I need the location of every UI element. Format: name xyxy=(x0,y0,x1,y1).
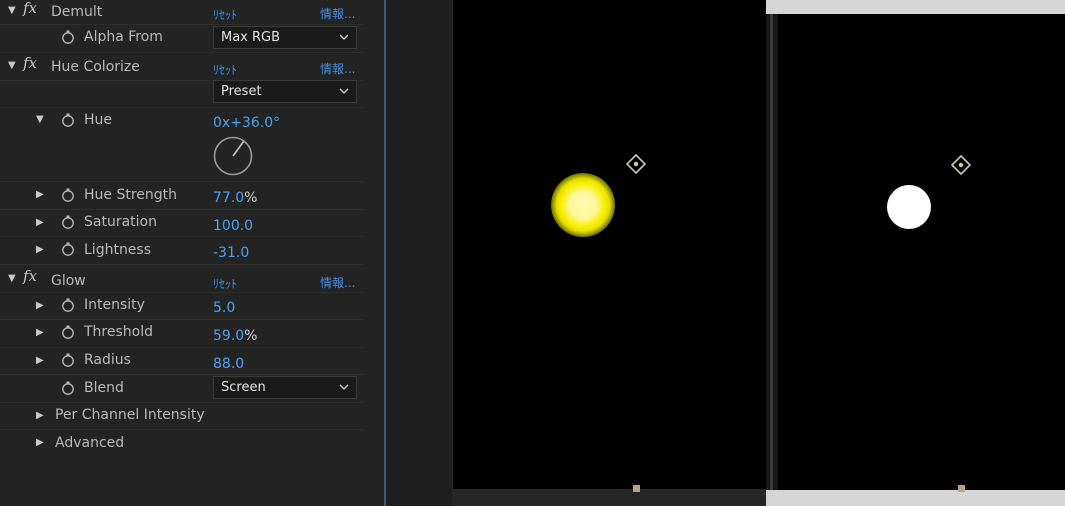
property-row-per-channel-intensity[interactable]: ▶ Per Channel Intensity xyxy=(0,402,364,430)
canvas-bottom-bar xyxy=(766,490,1065,506)
property-label: Alpha From xyxy=(84,29,163,45)
property-label: Lightness xyxy=(84,242,152,258)
chevron-down-icon xyxy=(339,88,349,94)
chevron-down-icon xyxy=(339,34,349,40)
blend-dropdown[interactable]: Screen xyxy=(213,376,357,399)
stopwatch-icon[interactable] xyxy=(61,30,75,44)
value-unit: % xyxy=(244,190,258,206)
threshold-value[interactable]: 59.0% xyxy=(213,328,257,344)
divider-line xyxy=(770,14,773,490)
property-row-radius: ▶ Radius 88.0 xyxy=(0,347,364,375)
expand-triangle-icon[interactable]: ▶ xyxy=(36,217,44,228)
effect-name: Glow xyxy=(51,273,86,289)
property-label: Saturation xyxy=(84,214,157,230)
hue-dial-icon[interactable] xyxy=(213,136,253,176)
stopwatch-icon[interactable] xyxy=(61,325,75,339)
panel-gap xyxy=(386,0,452,506)
property-label: Hue Strength xyxy=(84,187,178,203)
info-button[interactable]: 情報... xyxy=(320,5,355,22)
fx-icon[interactable]: fx xyxy=(23,267,37,285)
property-group-label: Per Channel Intensity xyxy=(55,407,205,423)
effect-header-glow: ▼ fx Glow ﾘｾｯﾄ 情報... xyxy=(0,266,364,293)
property-label: Hue xyxy=(84,112,113,128)
expand-triangle-icon[interactable]: ▶ xyxy=(36,189,44,200)
layer-handle[interactable] xyxy=(633,485,640,492)
expand-triangle-icon[interactable]: ▶ xyxy=(36,327,44,338)
program-monitor-canvas[interactable] xyxy=(452,0,767,489)
stopwatch-icon[interactable] xyxy=(61,188,75,202)
property-label: Intensity xyxy=(84,297,145,313)
property-row-blend: Blend Screen xyxy=(0,374,364,403)
value-number[interactable]: 77.0 xyxy=(213,190,244,206)
alpha-from-dropdown[interactable]: Max RGB xyxy=(213,26,357,49)
preset-dropdown[interactable]: Preset xyxy=(213,80,357,103)
value-number[interactable]: 59.0 xyxy=(213,328,244,344)
panel-divider[interactable] xyxy=(766,0,778,506)
effect-name: Hue Colorize xyxy=(51,59,140,75)
expand-triangle-icon[interactable]: ▶ xyxy=(36,410,44,421)
property-label: Radius xyxy=(84,352,131,368)
radius-value[interactable]: 88.0 xyxy=(213,356,244,372)
property-row-alpha-from: Alpha From Max RGB xyxy=(0,24,364,53)
value-unit: % xyxy=(244,328,258,344)
info-button[interactable]: 情報... xyxy=(320,274,355,291)
reset-button[interactable]: ﾘｾｯﾄ xyxy=(213,61,237,78)
hue-strength-value[interactable]: 77.0% xyxy=(213,190,257,206)
expand-triangle-icon[interactable]: ▶ xyxy=(36,300,44,311)
fx-icon[interactable]: fx xyxy=(23,0,37,17)
collapse-triangle-icon[interactable]: ▼ xyxy=(8,60,16,71)
effect-name: Demult xyxy=(51,4,103,20)
dropdown-value: Screen xyxy=(221,380,266,395)
saturation-value[interactable]: 100.0 xyxy=(213,218,253,234)
property-row-preset: Preset xyxy=(0,80,364,108)
property-row-saturation: ▶ Saturation 100.0 xyxy=(0,209,364,237)
info-button[interactable]: 情報... xyxy=(320,60,355,77)
expand-triangle-icon[interactable]: ▶ xyxy=(36,355,44,366)
expand-triangle-icon[interactable]: ▶ xyxy=(36,244,44,255)
collapse-triangle-icon[interactable]: ▼ xyxy=(8,273,16,284)
property-label: Threshold xyxy=(84,324,153,340)
dropdown-value: Preset xyxy=(221,84,262,99)
reference-monitor-canvas[interactable] xyxy=(778,14,1065,490)
property-row-intensity: ▶ Intensity 5.0 xyxy=(0,292,364,320)
property-row-lightness: ▶ Lightness -31.0 xyxy=(0,236,364,265)
effect-header-hue-colorize: ▼ fx Hue Colorize ﾘｾｯﾄ 情報... xyxy=(0,54,364,81)
anchor-point-icon[interactable] xyxy=(951,155,971,175)
reset-button[interactable]: ﾘｾｯﾄ xyxy=(213,275,237,292)
stopwatch-icon[interactable] xyxy=(61,381,75,395)
fx-icon[interactable]: fx xyxy=(23,54,37,72)
canvas-top-bar xyxy=(766,0,1065,14)
effect-header-demult: ▼ fx Demult ﾘｾｯﾄ 情報... xyxy=(0,0,364,25)
glowing-yellow-circle xyxy=(551,173,615,237)
hue-value[interactable]: 0x+36.0° xyxy=(213,115,280,131)
property-row-threshold: ▶ Threshold 59.0% xyxy=(0,319,364,348)
intensity-value[interactable]: 5.0 xyxy=(213,300,235,316)
property-group-label: Advanced xyxy=(55,435,125,451)
lightness-value[interactable]: -31.0 xyxy=(213,245,249,261)
stopwatch-icon[interactable] xyxy=(61,353,75,367)
collapse-triangle-icon[interactable]: ▼ xyxy=(36,114,44,125)
anchor-point-icon[interactable] xyxy=(626,154,646,174)
layer-handle[interactable] xyxy=(958,485,965,492)
effect-controls-panel: ▼ fx Demult ﾘｾｯﾄ 情報... Alpha From Max RG… xyxy=(0,0,386,506)
chevron-down-icon xyxy=(339,384,349,390)
white-circle xyxy=(887,185,931,229)
reset-button[interactable]: ﾘｾｯﾄ xyxy=(213,6,237,23)
stopwatch-icon[interactable] xyxy=(61,215,75,229)
property-row-hue: ▼ Hue 0x+36.0° xyxy=(0,107,364,182)
stopwatch-icon[interactable] xyxy=(61,298,75,312)
property-label: Blend xyxy=(84,380,124,396)
property-row-advanced[interactable]: ▶ Advanced xyxy=(0,429,364,457)
stopwatch-icon[interactable] xyxy=(61,242,75,256)
canvas-bottom-bar xyxy=(452,489,766,506)
dropdown-value: Max RGB xyxy=(221,30,281,45)
collapse-triangle-icon[interactable]: ▼ xyxy=(8,5,16,16)
stopwatch-icon[interactable] xyxy=(61,113,75,127)
property-row-hue-strength: ▶ Hue Strength 77.0% xyxy=(0,181,364,210)
expand-triangle-icon[interactable]: ▶ xyxy=(36,437,44,448)
